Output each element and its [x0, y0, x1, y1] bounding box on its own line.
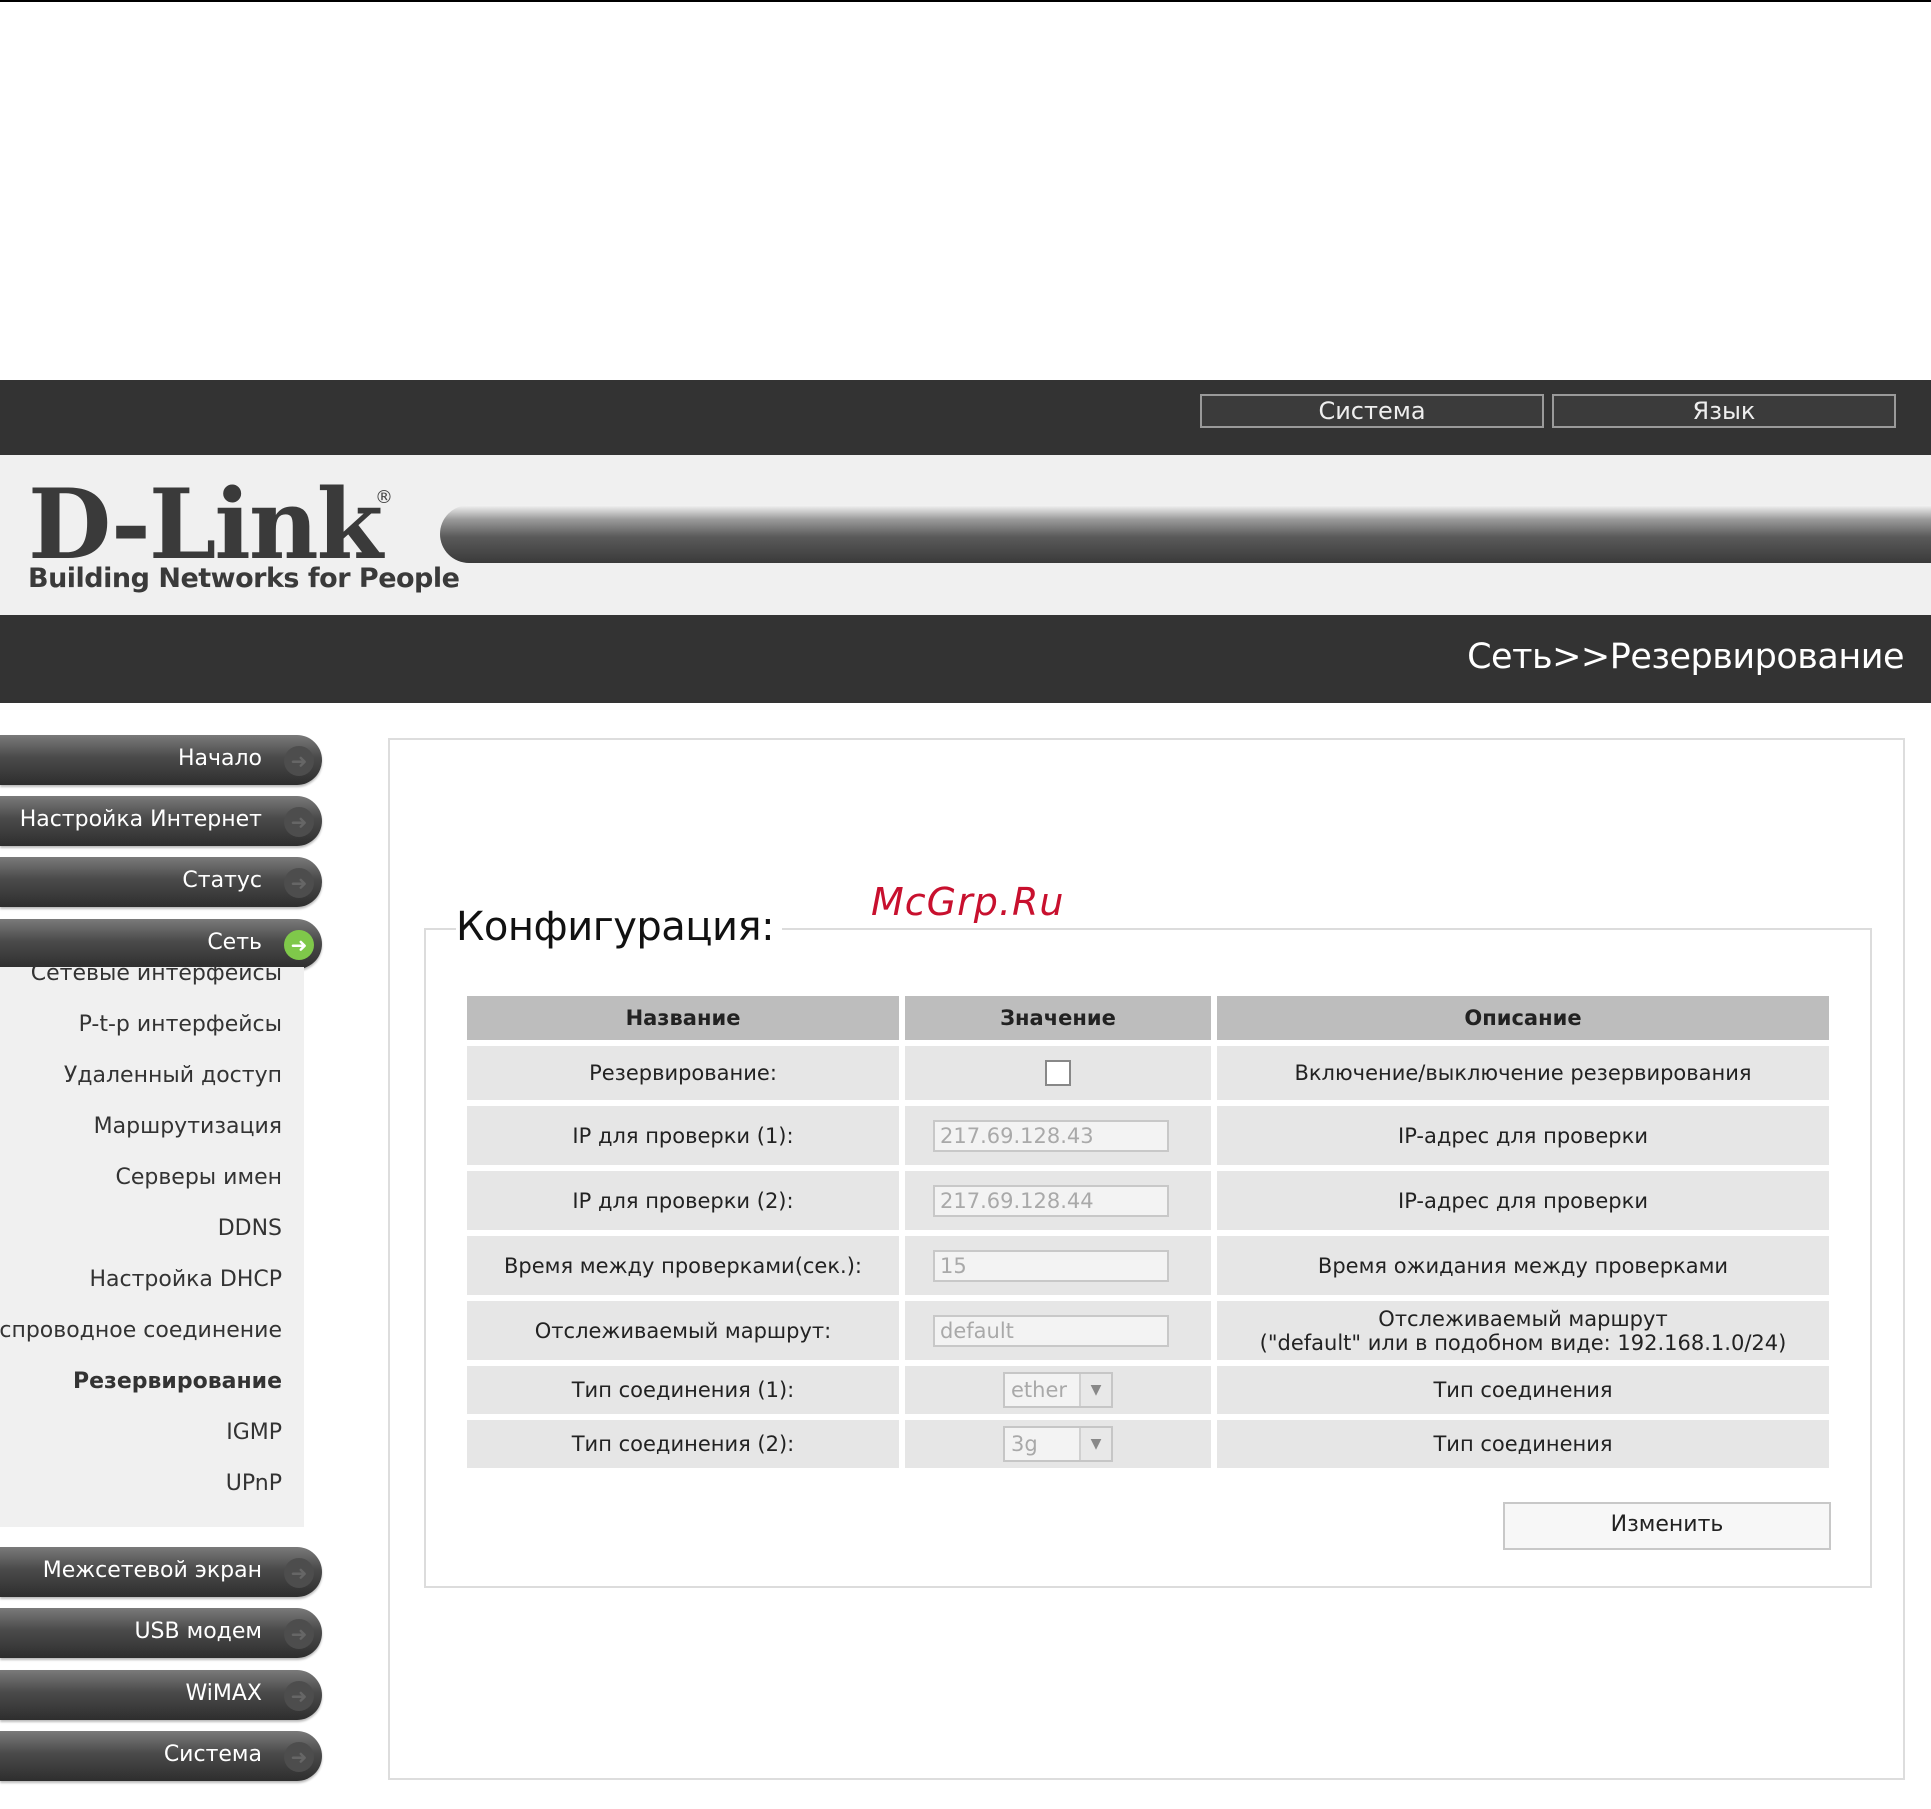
subnav-ddns[interactable]: DDNS	[218, 1216, 282, 1241]
row-label: Тип соединения (1):	[467, 1366, 899, 1414]
route-desc-line1: Отслеживаемый маршрут	[1378, 1306, 1668, 1331]
nav-usb-modem[interactable]: USB модем ➜	[0, 1608, 322, 1658]
subnav-wireless[interactable]: Беспроводное соединение	[0, 1318, 282, 1343]
nav-start[interactable]: Начало ➜	[0, 735, 322, 785]
registered-mark: ®	[375, 487, 393, 508]
table-row: Тип соединения (2): 3g ▼ Тип соединения	[467, 1420, 1829, 1468]
row-label: Резервирование:	[467, 1046, 899, 1100]
tracked-route-input[interactable]: default	[933, 1314, 1169, 1347]
check-ip-1-input[interactable]: 217.69.128.43	[933, 1119, 1169, 1152]
row-value: default	[905, 1301, 1211, 1360]
subnav-dns-servers[interactable]: Серверы имен	[115, 1165, 282, 1190]
language-menu-button[interactable]: Язык	[1552, 394, 1896, 428]
row-description: Тип соединения	[1217, 1366, 1829, 1414]
check-ip-2-input[interactable]: 217.69.128.44	[933, 1184, 1169, 1217]
header-description: Описание	[1217, 996, 1829, 1040]
connection-type-1-select[interactable]: ether ▼	[1003, 1372, 1113, 1408]
config-legend: Конфигурация:	[456, 904, 783, 950]
header-value: Значение	[905, 996, 1211, 1040]
config-table: Название Значение Описание Резервировани…	[461, 990, 1835, 1474]
subnav-routing[interactable]: Маршрутизация	[94, 1114, 282, 1139]
nav-internet-setup[interactable]: Настройка Интернет ➜	[0, 796, 322, 846]
row-value: 3g ▼	[905, 1420, 1211, 1468]
row-description: Отслеживаемый маршрут ("default" или в п…	[1217, 1301, 1829, 1360]
row-value	[905, 1046, 1211, 1100]
nav-label: Начало	[177, 746, 262, 771]
nav-status[interactable]: Статус ➜	[0, 857, 322, 907]
system-menu-button[interactable]: Система	[1200, 394, 1544, 428]
table-row: Резервирование: Включение/выключение рез…	[467, 1046, 1829, 1100]
nav-system[interactable]: Система ➜	[0, 1731, 322, 1781]
subnav-backup[interactable]: Резервирование	[73, 1369, 282, 1394]
arrow-right-icon: ➜	[284, 1742, 314, 1772]
arrow-right-icon: ➜	[284, 1619, 314, 1649]
watermark: McGrp.Ru	[871, 880, 1065, 924]
subnav-remote-access[interactable]: Удаленный доступ	[64, 1063, 282, 1088]
route-desc-line2: ("default" или в подобном виде: 192.168.…	[1259, 1330, 1787, 1355]
connection-type-2-select[interactable]: 3g ▼	[1003, 1426, 1113, 1462]
select-value: 3g	[1011, 1432, 1038, 1456]
row-label: Тип соединения (2):	[467, 1420, 899, 1468]
check-interval-input[interactable]: 15	[933, 1249, 1169, 1282]
nav-label: Сеть	[207, 930, 262, 955]
subnav-dhcp[interactable]: Настройка DHCP	[89, 1267, 282, 1292]
subnav-igmp[interactable]: IGMP	[226, 1420, 282, 1445]
row-description: IP-адрес для проверки	[1217, 1171, 1829, 1230]
nav-label: Межсетевой экран	[42, 1558, 262, 1583]
row-value: 217.69.128.43	[905, 1106, 1211, 1165]
nav-firewall[interactable]: Межсетевой экран ➜	[0, 1547, 322, 1597]
network-submenu: Сетевые интерфейсы P-t-p интерфейсы Удал…	[0, 961, 304, 1527]
top-rule	[0, 0, 1931, 2]
nav-label: Система	[163, 1742, 262, 1767]
row-label: IP для проверки (2):	[467, 1171, 899, 1230]
table-row: Время между проверками(сек.): 15 Время о…	[467, 1236, 1829, 1295]
subnav-upnp[interactable]: UPnP	[226, 1471, 282, 1496]
arrow-right-icon: ➜	[284, 1681, 314, 1711]
nav-label: WiMAX	[185, 1681, 262, 1706]
row-value: ether ▼	[905, 1366, 1211, 1414]
row-description: IP-адрес для проверки	[1217, 1106, 1829, 1165]
row-value: 217.69.128.44	[905, 1171, 1211, 1230]
row-description: Включение/выключение резервирования	[1217, 1046, 1829, 1100]
nav-label: Настройка Интернет	[19, 807, 262, 832]
table-row: IP для проверки (1): 217.69.128.43 IP-ад…	[467, 1106, 1829, 1165]
content-panel: Конфигурация: Название Значение Описание…	[388, 738, 1905, 1780]
breadcrumb: Сеть>>Резервирование	[1467, 637, 1904, 677]
nav-label: Статус	[182, 868, 262, 893]
change-button[interactable]: Изменить	[1503, 1502, 1831, 1550]
subnav-network-interfaces[interactable]: Сетевые интерфейсы	[31, 961, 282, 986]
chevron-down-icon: ▼	[1079, 1374, 1111, 1406]
row-value: 15	[905, 1236, 1211, 1295]
row-label: Время между проверками(сек.):	[467, 1236, 899, 1295]
arrow-right-icon: ➜	[284, 868, 314, 898]
row-label: IP для проверки (1):	[467, 1106, 899, 1165]
nav-wimax[interactable]: WiMAX ➜	[0, 1670, 322, 1720]
arrow-right-icon: ➜	[284, 746, 314, 776]
nav-label: USB модем	[134, 1619, 262, 1644]
select-value: ether	[1011, 1378, 1068, 1402]
backup-enable-checkbox[interactable]	[1045, 1060, 1071, 1086]
row-description: Тип соединения	[1217, 1420, 1829, 1468]
row-description: Время ожидания между проверками	[1217, 1236, 1829, 1295]
table-row: IP для проверки (2): 217.69.128.44 IP-ад…	[467, 1171, 1829, 1230]
chevron-down-icon: ▼	[1079, 1428, 1111, 1460]
header-name: Название	[467, 996, 899, 1040]
table-header-row: Название Значение Описание	[467, 996, 1829, 1040]
top-toolbar: Система Язык	[0, 380, 1931, 455]
arrow-right-icon: ➜	[284, 807, 314, 837]
subnav-ptp-interfaces[interactable]: P-t-p интерфейсы	[79, 1012, 282, 1037]
table-row: Отслеживаемый маршрут: default Отслежива…	[467, 1301, 1829, 1360]
dlink-logo: D-Link	[28, 468, 383, 581]
table-row: Тип соединения (1): ether ▼ Тип соединен…	[467, 1366, 1829, 1414]
header-logo-band: D-Link ® Building Networks for People	[0, 455, 1931, 615]
header-decoration	[440, 505, 1931, 563]
arrow-right-icon: ➜	[284, 1558, 314, 1588]
breadcrumb-bar: Сеть>>Резервирование	[0, 615, 1931, 703]
arrow-right-active-icon: ➜	[284, 930, 314, 960]
row-label: Отслеживаемый маршрут:	[467, 1301, 899, 1360]
logo-tagline: Building Networks for People	[28, 563, 460, 594]
